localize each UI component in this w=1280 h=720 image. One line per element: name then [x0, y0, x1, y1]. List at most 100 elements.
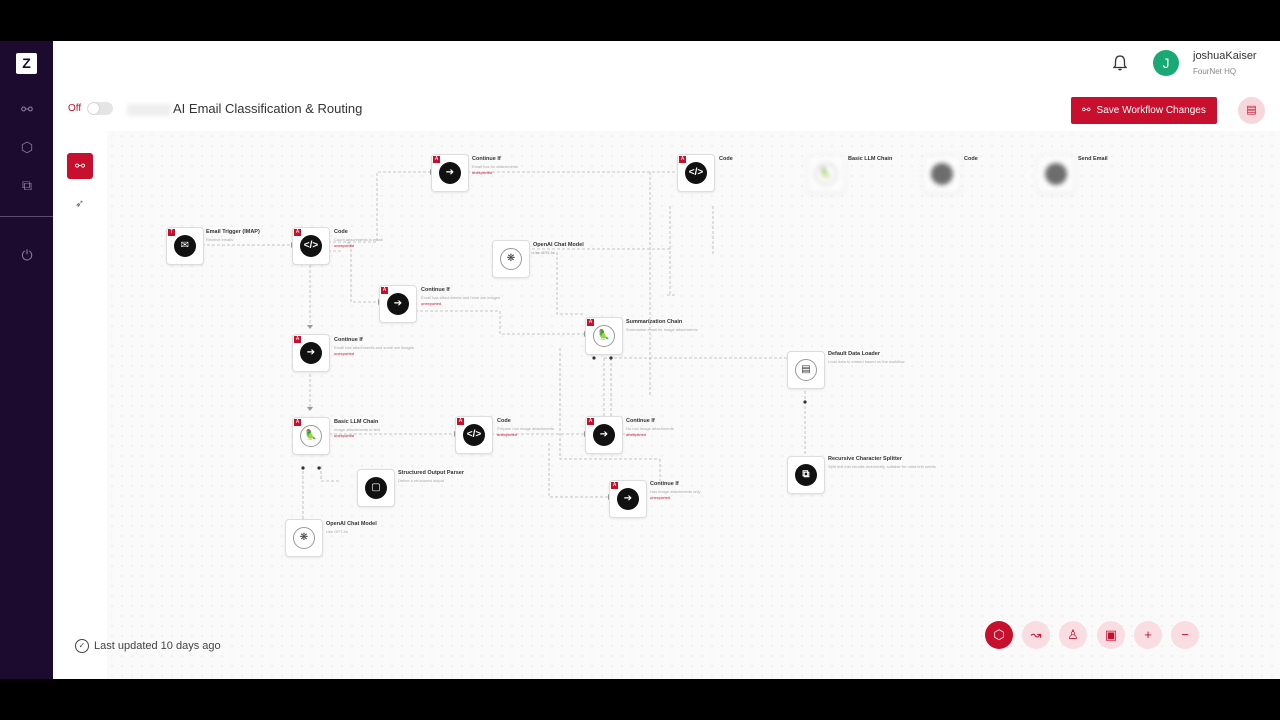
node-subtitle: Count attachments in email — [334, 237, 383, 242]
code-node[interactable]: A </> — [455, 416, 493, 454]
node-label: Recursive Character Splitter — [828, 456, 902, 462]
bell-icon[interactable] — [1110, 53, 1130, 73]
active-toggle[interactable] — [87, 102, 113, 115]
connector-icon[interactable]: ↝ — [1022, 621, 1050, 649]
node-badge: A — [587, 418, 594, 425]
parrot-icon: 🦜 — [300, 425, 322, 447]
node-label: Continue If — [334, 337, 363, 343]
document-icon: ▤ — [795, 359, 817, 381]
code-icon: </> — [463, 424, 485, 446]
branch-icon: ➔ — [387, 293, 409, 315]
splitter-icon: ⧉ — [795, 464, 817, 486]
node-label: OpenAI Chat Model — [326, 521, 377, 527]
node-subtitle: Receive emails — [206, 237, 234, 242]
logo-icon[interactable]: Z — [16, 53, 37, 74]
app-window: Z ⚯ ⬡ ⧉ ⏻ J joshuaKaiser FourNet HQ Off … — [0, 41, 1280, 679]
trigger-badge: T — [168, 229, 175, 236]
node-label: Basic LLM Chain — [848, 156, 893, 162]
basic-llm-chain-node[interactable]: 🦜 — [807, 155, 845, 193]
continue-if-node[interactable]: A ➔ — [585, 416, 623, 454]
user-name[interactable]: joshuaKaiser — [1193, 50, 1257, 62]
workflows-icon[interactable]: ⚯ — [15, 97, 39, 121]
power-icon[interactable]: ⏻ — [15, 243, 39, 267]
node-status: unexported — [472, 170, 493, 175]
workflow-title-text: AI Email Classification & Routing — [173, 101, 363, 116]
node-label: OpenAI Chat Model — [533, 242, 584, 248]
save-workflow-label: Save Workflow Changes — [1096, 105, 1206, 116]
connection-lines — [202, 169, 807, 521]
code-node[interactable]: A </> — [677, 154, 715, 192]
openai-icon: ❋ — [500, 248, 522, 270]
flow-tool-icon[interactable]: ⚯ — [67, 153, 93, 179]
node-label: Code — [964, 156, 978, 162]
openai-icon: ❋ — [293, 527, 315, 549]
save-workflow-button[interactable]: ⚯ Save Workflow Changes — [1071, 97, 1217, 124]
node-label: Continue If — [626, 418, 655, 424]
node-subtitle: Image attachments to text — [334, 427, 381, 432]
node-badge: A — [587, 319, 594, 326]
cube-view-icon[interactable]: ⬡ — [985, 621, 1013, 649]
notes-icon[interactable]: ▤ — [1238, 97, 1265, 124]
recursive-character-splitter-node[interactable]: ⧉ — [787, 456, 825, 494]
openai-chat-model-node[interactable]: ❋ — [492, 240, 530, 278]
code-node[interactable]: A </> — [292, 227, 330, 265]
send-icon — [1045, 163, 1067, 185]
sidebar: Z ⚯ ⬡ ⧉ ⏻ — [0, 41, 53, 679]
openai-chat-model-node[interactable]: ❋ — [285, 519, 323, 557]
node-subtitle: Define a structured output — [398, 478, 445, 483]
node-subtitle: Use GPT-4o — [326, 529, 349, 534]
code-node[interactable] — [923, 155, 961, 193]
basic-llm-chain-node[interactable]: A 🦜 — [292, 417, 330, 455]
node-status: unexported — [497, 432, 518, 437]
node-subtitle: Split text into chunks recursively, suit… — [828, 464, 936, 469]
image-icon[interactable]: ▣ — [1097, 621, 1125, 649]
summarization-chain-node[interactable]: A 🦜 — [585, 317, 623, 355]
node-badge: A — [611, 482, 618, 489]
header: J joshuaKaiser FourNet HQ — [53, 41, 1280, 88]
continue-if-node[interactable]: A ➔ — [292, 334, 330, 372]
continue-if-node[interactable]: A ➔ — [609, 480, 647, 518]
email-trigger-node[interactable]: T ✉ — [166, 227, 204, 265]
node-label: Basic LLM Chain — [334, 419, 379, 425]
code-icon — [931, 163, 953, 185]
parrot-icon: 🦜 — [593, 325, 615, 347]
cube-icon[interactable]: ⬡ — [15, 135, 39, 159]
zoom-out-icon[interactable]: − — [1171, 621, 1199, 649]
code-icon: </> — [300, 235, 322, 257]
node-badge: A — [294, 229, 301, 236]
node-status: unexported — [650, 495, 671, 500]
code-icon: </> — [685, 162, 707, 184]
node-subtitle: Use GPT-4o — [533, 250, 556, 255]
node-status: unexported — [334, 243, 355, 248]
branch-icon: ➔ — [593, 424, 615, 446]
canvas-tool-strip: ⚯ ➶ — [53, 131, 107, 679]
last-updated: ✓ Last updated 10 days ago — [75, 639, 221, 653]
pointer-icon[interactable]: ➶ — [75, 197, 85, 210]
stamp-icon[interactable]: ♙ — [1059, 621, 1087, 649]
structured-output-parser-node[interactable]: ▢ — [357, 469, 395, 507]
workflow-title[interactable]: AI Email Classification & Routing — [127, 101, 362, 116]
node-subtitle: Prepare non image attachments — [497, 426, 554, 431]
avatar[interactable]: J — [1153, 50, 1179, 76]
node-label: Code — [497, 418, 511, 424]
node-label: Default Data Loader — [828, 351, 880, 357]
last-updated-text: Last updated 10 days ago — [94, 640, 221, 652]
plugin-icon[interactable]: ⧉ — [15, 173, 39, 197]
workflow-toolbar: Off AI Email Classification & Routing ⚯ … — [53, 87, 1280, 131]
continue-if-node[interactable]: A ➔ — [379, 285, 417, 323]
workflow-canvas[interactable]: T ✉ Email Trigger (IMAP) Receive emails … — [107, 131, 1280, 679]
status-label: Off — [68, 103, 82, 114]
node-label: Continue If — [472, 156, 501, 162]
node-badge: A — [294, 336, 301, 343]
branch-icon: ➔ — [439, 162, 461, 184]
node-status: unexported — [334, 351, 355, 356]
node-badge: A — [679, 156, 686, 163]
user-org: FourNet HQ — [1193, 67, 1237, 76]
send-email-node[interactable] — [1037, 155, 1075, 193]
node-label: Email Trigger (IMAP) — [206, 229, 260, 235]
default-data-loader-node[interactable]: ▤ — [787, 351, 825, 389]
node-label: Continue If — [650, 481, 679, 487]
zoom-in-icon[interactable]: + — [1134, 621, 1162, 649]
node-subtitle: Summarise email for image attachments — [626, 327, 698, 332]
continue-if-node[interactable]: A ➔ — [431, 154, 469, 192]
